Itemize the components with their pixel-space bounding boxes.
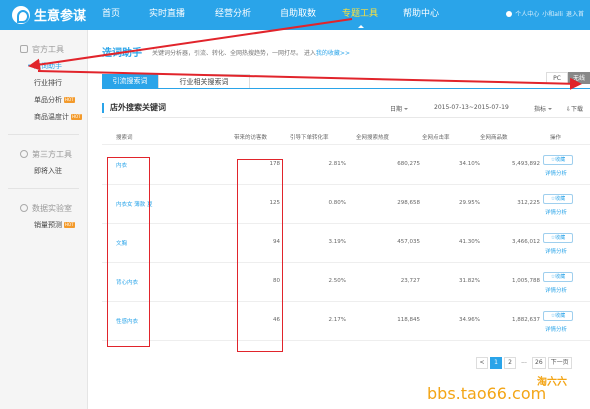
arrow-to-special-tools <box>28 18 353 71</box>
annotation-arrows <box>28 18 582 90</box>
watermark-brand: 淘六六 <box>537 377 567 388</box>
watermark-text: bbs.tao66.com <box>427 384 547 403</box>
arrow-to-wireless <box>37 70 582 90</box>
